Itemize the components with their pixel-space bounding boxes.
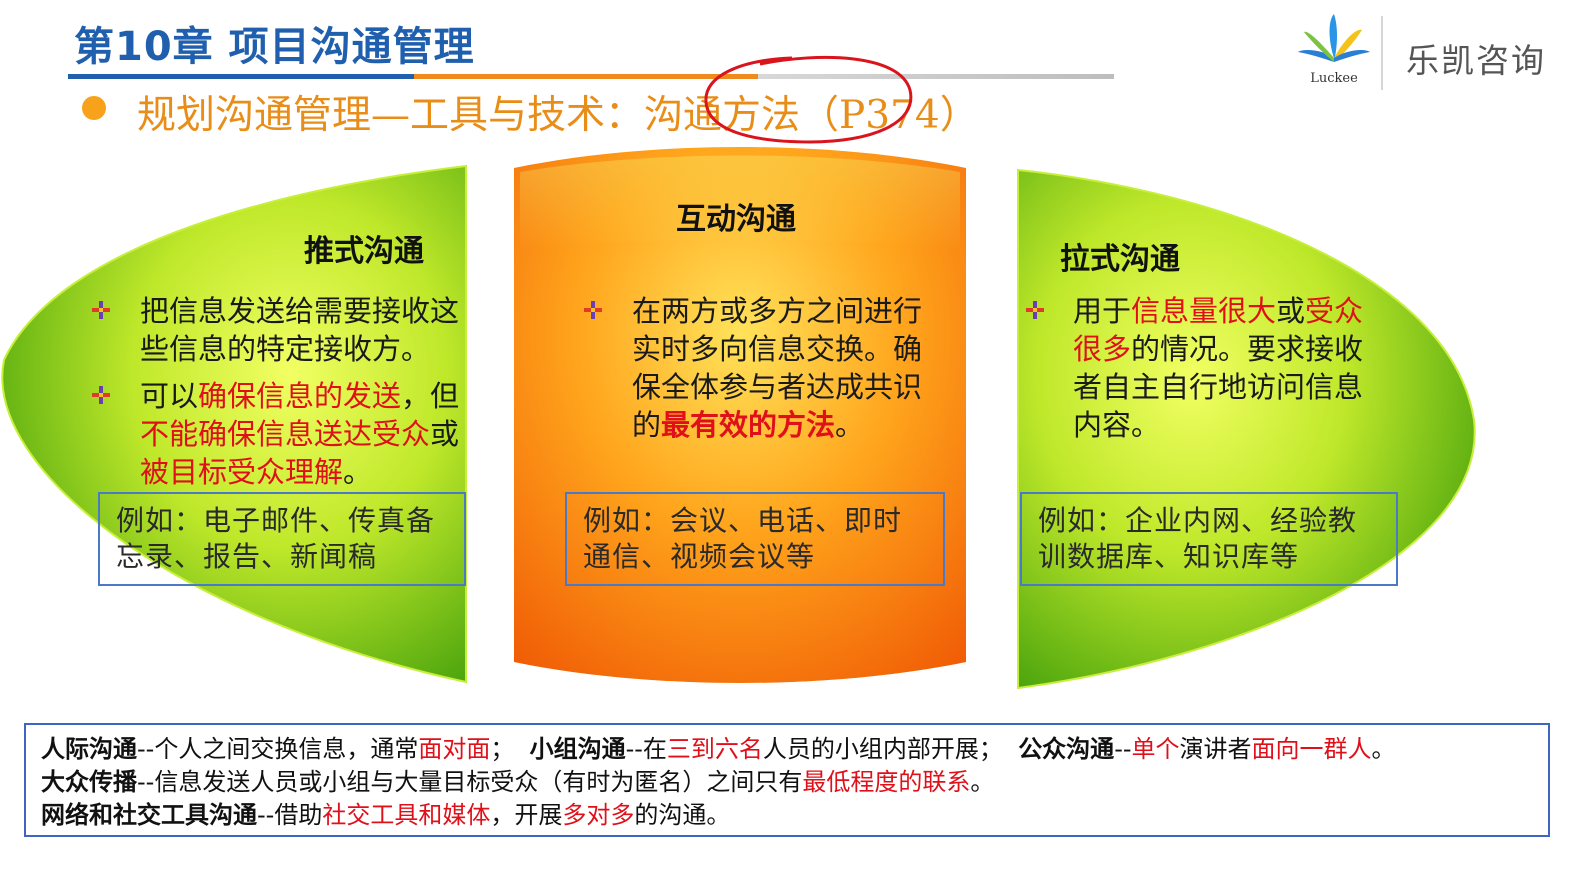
- note-term: 小组沟通: [529, 735, 626, 763]
- interactive-panel-title: 互动沟通: [676, 202, 796, 237]
- push-item-2-text: 可以: [140, 379, 199, 413]
- note-term: 人际沟通: [41, 735, 137, 763]
- note-text: 的沟通。: [634, 801, 731, 829]
- communication-types-box: 人际沟通--个人之间交换信息，通常面对面； 小组沟通--在三到六名人员的小组内部…: [24, 723, 1550, 837]
- pull-item-1-text: 或: [1276, 294, 1306, 328]
- push-item-2-text: ，但: [401, 379, 460, 413]
- note-text: 。: [1371, 735, 1396, 763]
- note-line-2: 大众传播--信息发送人员或小组与大量目标受众（有时为匿名）之间只有最低程度的联系…: [41, 766, 1548, 799]
- subtitle: 规划沟通管理—工具与技术：沟通方法（P374）: [137, 84, 979, 140]
- pull-item-1: 用于信息量很大或受众很多的情况。要求接收者自主自行地访问信息内容。: [1073, 292, 1365, 444]
- note-text: 人员的小组内部开展；: [762, 735, 1019, 763]
- push-panel-title: 推式沟通: [304, 234, 424, 269]
- push-example-box: 例如：电子邮件、传真备忘录、报告、新闻稿: [98, 492, 466, 586]
- title-underline: [68, 74, 1114, 79]
- brand-name: 乐凯咨询: [1406, 41, 1546, 80]
- note-text: --信息发送人员或小组与大量目标受众（有时为匿名）之间只有: [137, 768, 803, 796]
- push-item-1: 把信息发送给需要接收这些信息的特定接收方。: [140, 294, 460, 366]
- subtitle-prefix: 规划沟通管理—工具与技术：: [137, 93, 645, 138]
- subtitle-suffix: （P374）: [800, 93, 979, 138]
- note-highlight: 面向一群人: [1251, 735, 1372, 763]
- note-highlight: 面对面: [418, 735, 491, 763]
- luckee-fan-logo-icon: Luckee: [1298, 14, 1370, 86]
- note-term: 网络和社交工具沟通: [41, 801, 257, 829]
- title-underline-gray: [758, 74, 1114, 79]
- title-underline-blue: [68, 74, 414, 79]
- note-term: 大众传播: [41, 768, 137, 796]
- note-text: --借助: [257, 801, 323, 829]
- subtitle-bullet-dot: [82, 96, 106, 120]
- push-item-2-text: 或: [430, 417, 460, 451]
- diamond-bullet-icon: [584, 301, 602, 319]
- note-term: 公众沟通: [1018, 735, 1115, 763]
- note-line-3: 网络和社交工具沟通--借助社交工具和媒体，开展多对多的沟通。: [41, 799, 1548, 832]
- note-text: --: [1114, 735, 1132, 763]
- brand-mark-text: Luckee: [1310, 71, 1358, 86]
- push-item-2-highlight: 被目标受众理解: [140, 455, 344, 489]
- note-highlight: 单个: [1131, 735, 1180, 763]
- note-text: 演讲者: [1179, 735, 1252, 763]
- note-highlight: 最低程度的联系: [802, 768, 971, 796]
- note-text: 。: [970, 768, 995, 796]
- title-underline-orange: [414, 74, 758, 79]
- logo-divider: [1381, 16, 1383, 90]
- note-text: --在: [625, 735, 667, 763]
- diamond-bullet-icon: [92, 301, 110, 319]
- note-text: ，开展: [490, 801, 563, 829]
- push-item-2-highlight: 不能确保信息送达受众: [140, 417, 431, 451]
- subtitle-highlight: 沟通方法: [644, 93, 801, 138]
- diamond-bullet-icon: [92, 386, 110, 404]
- chapter-title: 第10章 项目沟通管理: [74, 24, 475, 70]
- push-item-2: 可以确保信息的发送，但不能确保信息送达受众或被目标受众理解。: [140, 377, 460, 491]
- interactive-item-1-highlight: 最有效的方法: [661, 408, 836, 442]
- pull-panel-title: 拉式沟通: [1060, 242, 1180, 277]
- pull-item-1-highlight: 信息量很大: [1131, 294, 1277, 328]
- diamond-bullet-icon: [1026, 301, 1044, 319]
- interactive-example-box: 例如：会议、电话、即时通信、视频会议等: [565, 492, 945, 586]
- note-highlight: 三到六名: [666, 735, 763, 763]
- pull-item-1-text: 用于: [1073, 294, 1132, 328]
- note-highlight: 多对多: [562, 801, 635, 829]
- note-text: ；: [490, 735, 530, 763]
- push-item-2-text: 。: [343, 455, 373, 489]
- interactive-item-1-text: 。: [835, 408, 865, 442]
- note-line-1: 人际沟通--个人之间交换信息，通常面对面； 小组沟通--在三到六名人员的小组内部…: [41, 733, 1548, 766]
- note-highlight: 社交工具和媒体: [322, 801, 491, 829]
- push-item-2-highlight: 确保信息的发送: [198, 379, 402, 413]
- interactive-item-1: 在两方或多方之间进行实时多向信息交换。确保全体参与者达成共识的最有效的方法。: [632, 292, 932, 444]
- note-text: --个人之间交换信息，通常: [137, 735, 419, 763]
- pull-example-box: 例如：企业内网、经验教训数据库、知识库等: [1020, 492, 1398, 586]
